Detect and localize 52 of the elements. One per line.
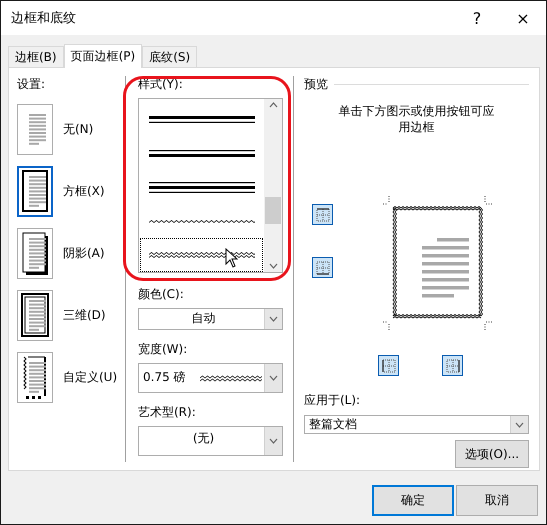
width-dropdown[interactable]: 0.75 磅: [138, 362, 283, 393]
border-toggle-button[interactable]: [442, 355, 463, 376]
dialog-button[interactable]: 取消: [456, 485, 538, 516]
tab[interactable]: 边框(B): [8, 46, 64, 67]
chevron-down-icon: [269, 316, 278, 322]
preview-hint: 单击下方图示或使用按钮可应用边框: [338, 103, 496, 135]
preview-label: 预览: [304, 76, 328, 93]
apply-to-dropdown[interactable]: 整篇文档: [304, 415, 529, 434]
width-label: 宽度(W):: [138, 340, 188, 358]
setting-label: 自定义(U): [63, 369, 118, 386]
scroll-up-icon: [268, 102, 278, 108]
tab[interactable]: 页面边框(P): [64, 44, 142, 68]
settings-label: 设置:: [17, 76, 46, 93]
art-label: 艺术型(R):: [138, 404, 197, 421]
border-toggle-button[interactable]: [312, 204, 333, 225]
art-dropdown[interactable]: (无): [138, 426, 283, 456]
window-title: 边框和底纹: [11, 10, 77, 27]
chevron-down-icon: [269, 374, 278, 381]
border-edge-icon: [314, 260, 330, 276]
setting-label: 方框(X): [63, 183, 105, 200]
chevron-down-icon: [269, 438, 278, 444]
style-label: 样式(Y):: [138, 76, 184, 93]
options-button[interactable]: 选项(O)...: [455, 440, 529, 468]
apply-to-label: 应用于(L):: [304, 392, 362, 409]
bordered-page-icon: [20, 230, 50, 277]
scrollbar[interactable]: [264, 99, 282, 272]
color-dropdown[interactable]: 自动: [138, 308, 283, 330]
border-toggle-button[interactable]: [378, 355, 399, 376]
setting-label: 阴影(A): [63, 245, 105, 262]
border-toggle-button[interactable]: [312, 257, 333, 278]
close-button[interactable]: ×: [500, 1, 546, 35]
border-edge-icon: [380, 358, 396, 374]
chevron-down-icon: [515, 422, 524, 428]
style-list[interactable]: [138, 98, 283, 273]
tab[interactable]: 底纹(S): [142, 46, 198, 67]
setting-label: 三维(D): [63, 307, 106, 324]
color-label: 颜色(C):: [138, 286, 185, 303]
border-edge-icon: [444, 358, 460, 374]
setting-option[interactable]: [17, 352, 53, 403]
bordered-page-icon: [20, 168, 50, 215]
dialog-button[interactable]: 确定: [372, 485, 454, 516]
line-sample-icon: [200, 374, 262, 382]
help-button[interactable]: ?: [454, 1, 500, 35]
chevron-down-icon: [268, 263, 278, 269]
cursor-icon: [225, 248, 238, 268]
border-edge-icon: [314, 206, 330, 222]
setting-option[interactable]: [17, 228, 53, 279]
bordered-page-icon: [20, 292, 50, 339]
scroll-thumb[interactable]: [265, 197, 281, 224]
setting-label: 无(N): [63, 121, 94, 138]
setting-option[interactable]: [17, 290, 53, 341]
setting-option[interactable]: [17, 166, 53, 217]
